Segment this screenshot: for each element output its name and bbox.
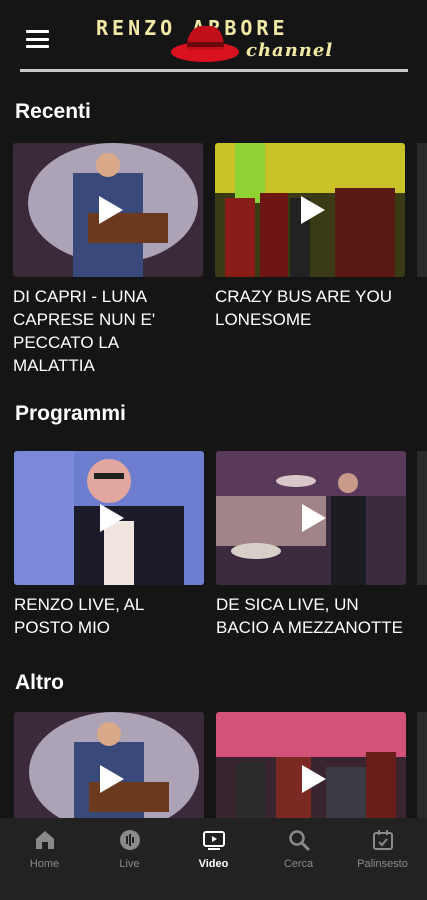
- header-divider: [20, 69, 408, 72]
- tab-label: Live: [119, 858, 140, 870]
- next-card-peek: [417, 712, 427, 818]
- tab-live[interactable]: Live: [87, 818, 172, 900]
- video-thumbnail: [216, 451, 406, 585]
- tab-palinsesto[interactable]: Palinsesto: [340, 818, 425, 900]
- search-icon: [289, 830, 310, 851]
- tab-label: Home: [29, 858, 60, 870]
- video-title: DE SICA LIVE, UN BACIO A MEZZANOTTE: [216, 595, 404, 637]
- video-title: CRAZY BUS ARE YOU LONESOME: [215, 287, 392, 329]
- live-icon: [120, 830, 140, 850]
- video-card[interactable]: DI CAPRI - LUNA CAPRESE NUN E' PECCATO L…: [13, 143, 203, 377]
- play-icon: [302, 504, 326, 532]
- video-card[interactable]: DE SICA LIVE, UN BACIO A MEZZANOTTE: [216, 451, 406, 639]
- video-title: RENZO LIVE, AL POSTO MIO: [14, 595, 144, 637]
- play-icon: [302, 765, 326, 793]
- play-icon: [100, 504, 124, 532]
- video-card[interactable]: RENZO LIVE, AL POSTO MIO: [14, 451, 204, 639]
- play-icon: [301, 196, 325, 224]
- video-thumbnail: [14, 451, 204, 585]
- video-thumbnail: [215, 143, 405, 277]
- section-title-altro: Altro: [15, 671, 64, 694]
- video-thumbnail: [13, 143, 203, 277]
- tab-label: Video: [198, 858, 229, 870]
- red-hat-icon: [171, 25, 239, 62]
- bottom-tab-bar: Home Live Video Cerca Palinsesto: [0, 818, 427, 900]
- tab-home[interactable]: Home: [2, 818, 87, 900]
- section-title-recenti: Recenti: [15, 100, 91, 123]
- next-card-peek: [417, 143, 427, 277]
- tab-label: Palinsesto: [357, 858, 408, 870]
- video-card[interactable]: CRAZY BUS ARE YOU LONESOME: [215, 143, 405, 331]
- section-title-programmi: Programmi: [15, 402, 126, 425]
- app-header: RENZO ARBORE channel: [0, 0, 427, 78]
- hamburger-icon[interactable]: [26, 30, 49, 48]
- play-icon: [99, 196, 123, 224]
- next-card-peek: [417, 451, 427, 585]
- logo-subtitle: channel: [246, 40, 334, 61]
- tab-cerca[interactable]: Cerca: [256, 818, 341, 900]
- video-icon: [203, 831, 225, 850]
- tab-video[interactable]: Video: [171, 818, 256, 900]
- tab-label: Cerca: [283, 858, 314, 870]
- home-icon: [36, 831, 54, 849]
- channel-logo: RENZO ARBORE channel: [96, 12, 336, 66]
- calendar-icon: [373, 830, 393, 850]
- video-title: DI CAPRI - LUNA CAPRESE NUN E' PECCATO L…: [13, 287, 156, 375]
- play-icon: [100, 765, 124, 793]
